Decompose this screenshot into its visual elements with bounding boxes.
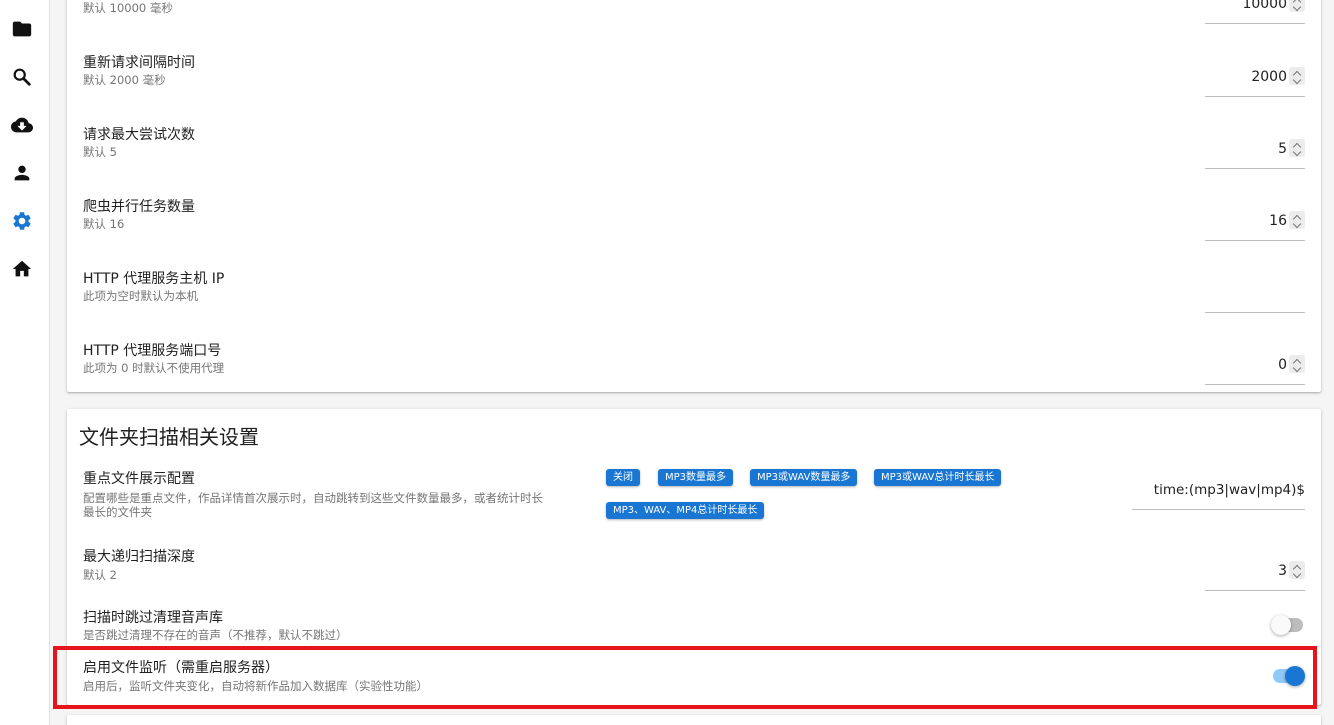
setting-subtitle: 默认 16 [83,217,125,231]
nav-search[interactable] [10,65,34,89]
number-spinner[interactable] [1289,211,1305,229]
cloud-download-icon [11,117,33,133]
setting-row-focus-files: 重点文件展示配置 配置哪些是重点文件，作品详情首次展示时，自动跳转到这些文件数量… [83,468,1305,538]
setting-title: 扫描时跳过清理音声库 [83,610,223,626]
next-settings-card [67,715,1321,725]
setting-row: HTTP 代理服务端口号 此项为 0 时默认不使用代理 0 [83,338,1305,386]
chip-mp3-wav-count[interactable]: MP3或WAV数量最多 [750,469,858,486]
number-spinner[interactable] [1289,561,1305,579]
number-spinner[interactable] [1289,139,1305,157]
number-spinner[interactable] [1289,0,1305,12]
crawler-settings-card: 默认 10000 毫秒 10000 重新请求间隔时间 默认 2000 毫秒 20… [67,0,1321,392]
home-icon [12,260,32,277]
number-value: 16 [1269,213,1287,229]
number-value: 10000 [1242,0,1287,12]
retry-interval-input[interactable]: 2000 [1205,57,1305,97]
setting-title: 重新请求间隔时间 [83,55,195,71]
setting-subtitle: 默认 5 [83,145,117,159]
number-input[interactable]: 10000 [1205,0,1305,24]
setting-row-skip-clean: 扫描时跳过清理音声库 是否跳过清理不存在的音声（不推荐，默认不跳过） [83,607,1305,647]
setting-subtitle: 配置哪些是重点文件，作品详情首次展示时，自动跳转到这些文件数量最多，或者统计时长 [83,491,543,505]
setting-subtitle: 此项为空时默认为本机 [83,289,198,303]
setting-title: 最大递归扫描深度 [83,549,195,565]
number-value: 5 [1278,141,1287,157]
proxy-host-input[interactable] [1205,273,1305,313]
skip-clean-toggle[interactable] [1271,614,1305,636]
folder-icon [12,21,32,37]
chip-mp3-count[interactable]: MP3数量最多 [658,469,734,486]
setting-subtitle: 默认 2000 毫秒 [83,73,166,87]
setting-row: 重新请求间隔时间 默认 2000 毫秒 2000 [83,50,1305,98]
number-value: 2000 [1251,69,1287,85]
nav-download[interactable] [10,113,34,137]
number-value: 3 [1278,563,1287,579]
nav-folder[interactable] [10,17,34,41]
gear-icon [13,212,31,230]
chip-close[interactable]: 关闭 [606,469,640,486]
nav-settings[interactable] [10,209,34,233]
toggle-thumb [1271,615,1291,635]
scan-depth-input[interactable]: 3 [1205,551,1305,591]
setting-title: 爬虫并行任务数量 [83,199,195,215]
setting-title: 重点文件展示配置 [83,471,195,487]
setting-subtitle: 默认 2 [83,568,117,582]
proxy-port-input[interactable]: 0 [1205,345,1305,385]
setting-subtitle: 是否跳过清理不存在的音声（不推荐，默认不跳过） [83,628,348,642]
setting-title: 请求最大尝试次数 [83,127,195,143]
sidebar [0,0,50,725]
parallel-tasks-input[interactable]: 16 [1205,201,1305,241]
search-icon [13,68,31,86]
chip-mp3-wav-duration[interactable]: MP3或WAV总计时长最长 [874,469,1002,486]
focus-regex-input[interactable]: time:(mp3|wav|mp4)$ [1132,470,1305,510]
nav-user[interactable] [10,161,34,185]
setting-row-scan-depth: 最大递归扫描深度 默认 2 3 [83,546,1305,594]
setting-row: 爬虫并行任务数量 默认 16 16 [83,194,1305,242]
number-spinner[interactable] [1289,67,1305,85]
setting-title: HTTP 代理服务主机 IP [83,271,225,287]
setting-title: HTTP 代理服务端口号 [83,343,222,359]
number-value: 0 [1278,357,1287,373]
setting-row: 默认 10000 毫秒 10000 [83,0,1305,30]
highlight-box [53,646,1317,709]
person-icon [14,165,30,181]
nav-home[interactable] [10,257,34,281]
text-value: time:(mp3|wav|mp4)$ [1153,482,1305,498]
max-retries-input[interactable]: 5 [1205,129,1305,169]
section-title: 文件夹扫描相关设置 [79,425,259,449]
setting-subtitle: 默认 10000 毫秒 [83,1,173,15]
setting-subtitle: 此项为 0 时默认不使用代理 [83,361,225,375]
setting-subtitle: 最长的文件夹 [83,505,152,519]
chip-mp3-wav-mp4-duration[interactable]: MP3、WAV、MP4总计时长最长 [606,502,765,519]
number-spinner[interactable] [1289,355,1305,373]
setting-row: 请求最大尝试次数 默认 5 5 [83,122,1305,170]
setting-row: HTTP 代理服务主机 IP 此项为空时默认为本机 [83,266,1305,314]
